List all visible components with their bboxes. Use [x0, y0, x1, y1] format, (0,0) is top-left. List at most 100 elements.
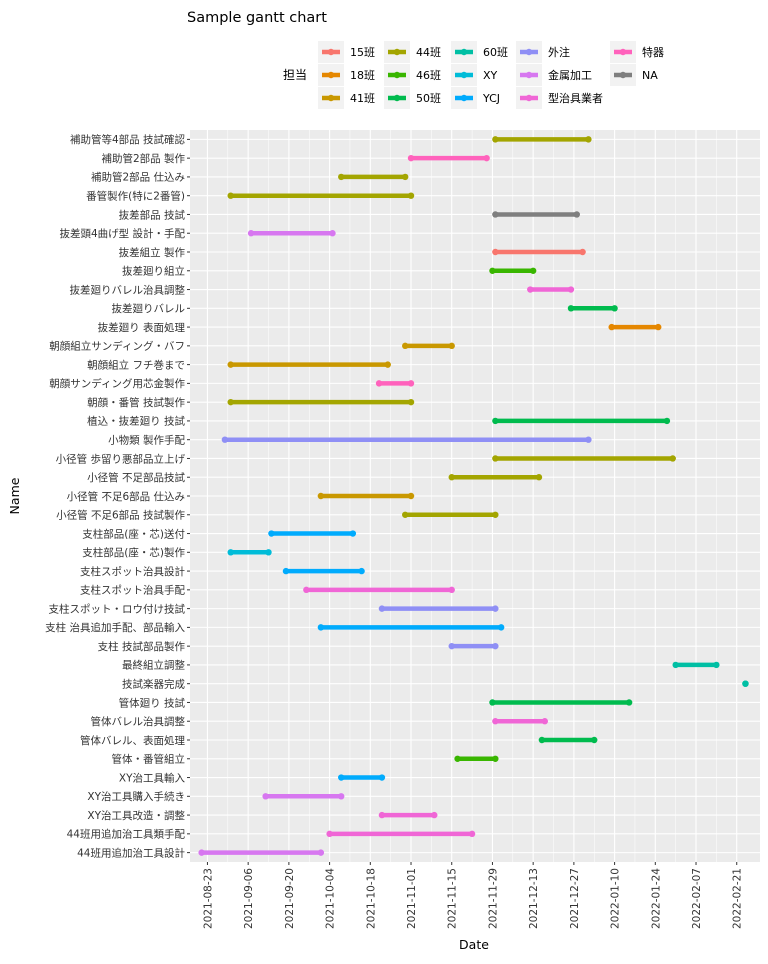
y-tick-label: 植込・抜差廻り 技試	[87, 415, 185, 428]
y-tick-label: 補助管2部品 仕込み	[91, 171, 185, 184]
y-tick-label: XY治工具購入手続き	[87, 790, 185, 803]
y-tick-labels: 補助管等4部品 技試確認補助管2部品 製作補助管2部品 仕込み番管製作(特に2番…	[45, 133, 190, 859]
task-end-point	[407, 192, 415, 199]
legend-key-point	[327, 94, 335, 102]
task-end-point	[713, 661, 720, 669]
x-tick-label: 2021-10-18	[365, 868, 377, 929]
task-bar	[608, 323, 662, 331]
y-tick-label: 支柱 技試部品製作	[98, 640, 186, 653]
task-start-point	[402, 511, 409, 518]
x-tick-label: 2021-09-20	[284, 868, 296, 929]
task-start-point	[378, 605, 386, 612]
y-tick-label: 朝顔組立サンディング・バフ	[49, 340, 185, 353]
y-tick-label: 抜差頭4曲げ型 設計・手配	[59, 227, 185, 240]
legend-item: 41班	[318, 87, 375, 109]
legend-item: 18班	[318, 64, 375, 86]
task-bar	[338, 774, 386, 781]
x-tick-label: 2022-02-21	[732, 868, 744, 929]
legend-item: 15班	[318, 41, 375, 63]
legend-key-point	[619, 71, 627, 79]
legend-item: 60班	[451, 41, 508, 63]
task-end-point	[585, 136, 592, 143]
y-tick-label: 朝顔組立 フチ巻まで	[87, 358, 185, 371]
task-end-point	[407, 380, 415, 387]
y-tick-label: 44班用追加治工具類手配	[67, 828, 186, 841]
y-tick-label: 最終組立調整	[122, 659, 185, 672]
task-end-point	[669, 455, 676, 462]
legend-item: 44班	[384, 41, 441, 63]
y-tick-label: 朝顔サンディング用芯金製作	[49, 377, 185, 390]
x-axis-label: Date	[459, 937, 489, 952]
task-end-point	[468, 830, 476, 838]
task-bar	[492, 455, 676, 462]
legend-key-point	[619, 48, 627, 56]
task-end-point	[431, 811, 438, 819]
task-end-point	[591, 736, 598, 744]
task-end-point	[358, 567, 365, 575]
task-start-point	[402, 342, 409, 350]
task-start-point	[338, 173, 345, 181]
task-bar	[378, 811, 438, 819]
legend-key-point	[460, 94, 468, 102]
legend-label: 外注	[548, 45, 570, 59]
x-tick-label: 2021-09-06	[243, 868, 255, 929]
task-bar	[672, 661, 720, 669]
task-start-point	[282, 567, 290, 575]
x-tick-labels: 2021-08-23 2021-09-06 2021-09-20 2021-10-04…	[202, 862, 744, 929]
y-tick-label: 小物類 製作手配	[108, 433, 185, 446]
task-end-point	[407, 398, 415, 406]
task-end-point	[483, 154, 490, 162]
legend-key-point	[525, 48, 533, 56]
y-tick-label: 抜差廻りバレル治具調整	[70, 283, 186, 296]
legend-label: 50班	[416, 92, 441, 105]
task-bar	[303, 586, 455, 594]
task-start-point	[538, 736, 546, 744]
y-tick-label: 管体バレル治具調整	[91, 715, 186, 728]
legend-item: XY	[451, 64, 498, 86]
legend-key-point	[327, 71, 335, 79]
chart-svg: Sample gantt chart 担当 Date Name 補助管等4部品 …	[7, 10, 760, 952]
task-start-point	[375, 380, 383, 387]
y-tick-label: 管体・番管組立	[112, 753, 186, 766]
y-tick-label: 支柱部品(座・芯)送付	[82, 527, 185, 540]
task-start-point	[489, 267, 496, 274]
task-end-point	[573, 211, 580, 218]
legend-label: 特器	[642, 45, 664, 59]
legend-key-point	[393, 71, 401, 79]
y-tick-label: 支柱スポット・ロウ付け技試	[49, 602, 186, 615]
legend-title: 担当	[283, 68, 307, 82]
task-start-point	[227, 398, 234, 406]
y-tick-label: 支柱スポット治具手配	[80, 584, 185, 597]
task-bar	[489, 699, 633, 706]
task-start-point	[407, 154, 415, 162]
legend-label: 15班	[350, 46, 375, 59]
task-start-point	[338, 774, 345, 781]
task-bar	[538, 736, 598, 744]
legend-item: 50班	[384, 87, 441, 109]
task-start-point	[198, 849, 205, 856]
legend-label: 18班	[350, 69, 375, 82]
x-tick-label: 2021-11-15	[447, 868, 459, 929]
task-end-point	[384, 361, 391, 368]
task-end-point	[742, 680, 749, 687]
task-bar	[317, 492, 415, 500]
task-start-point	[492, 417, 499, 425]
task-end-point	[492, 642, 499, 650]
x-tick-label: 2021-12-27	[569, 868, 581, 929]
y-axis-label: Name	[7, 477, 22, 514]
legend-item: 外注	[516, 41, 570, 63]
task-bar	[492, 417, 671, 425]
y-tick-label: 44班用追加治工具設計	[77, 846, 185, 859]
legend-key-point	[393, 94, 401, 102]
task-end-point	[492, 511, 499, 518]
task-end-point	[567, 286, 575, 293]
y-tick-label: 抜差廻り 表面処理	[98, 321, 186, 334]
task-bar	[407, 154, 490, 162]
task-bar	[402, 511, 499, 518]
task-end-point	[492, 605, 499, 612]
y-tick-label: 抜差廻り組立	[122, 265, 185, 278]
task-bar	[454, 755, 499, 762]
legend-label: XY	[483, 69, 498, 82]
task-start-point	[227, 192, 234, 199]
legend-label: 46班	[416, 69, 441, 82]
